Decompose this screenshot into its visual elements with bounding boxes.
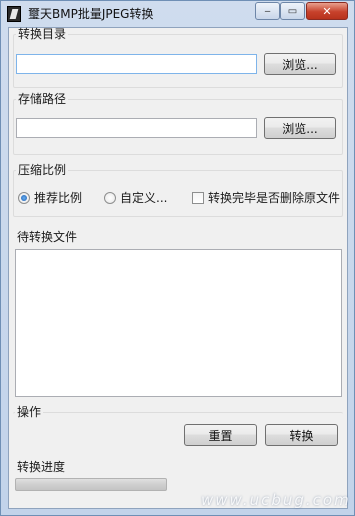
source-dir-browse-button[interactable]: 浏览... xyxy=(264,53,336,75)
recommended-ratio-label[interactable]: 推荐比例 xyxy=(34,191,82,205)
delete-after-checkbox[interactable] xyxy=(192,192,204,204)
minimize-icon: ‒ xyxy=(264,5,271,17)
reset-button[interactable]: 重置 xyxy=(184,424,257,446)
custom-ratio-label[interactable]: 自定义... xyxy=(120,191,167,205)
delete-after-label[interactable]: 转换完毕是否删除原文件 xyxy=(208,191,340,205)
minimize-button[interactable]: ‒ xyxy=(255,2,280,20)
recommended-ratio-radio[interactable] xyxy=(18,192,30,204)
maximize-button[interactable]: ▭ xyxy=(280,2,305,20)
progress-label: 转换进度 xyxy=(17,460,66,474)
save-path-label: 存储路径 xyxy=(16,92,69,106)
compression-group: 压缩比例 推荐比例 自定义... 转换完毕是否删除原文件 xyxy=(13,164,343,217)
operations-label: 操作 xyxy=(15,405,44,419)
app-window: 璽天BMP批量JPEG转换 ‒ ▭ ✕ 转换目录 浏览... 存储路径 浏览..… xyxy=(0,0,355,516)
window-title: 璽天BMP批量JPEG转换 xyxy=(28,7,154,21)
source-dir-input[interactable] xyxy=(16,54,257,74)
pending-files-list[interactable] xyxy=(15,249,342,397)
progress-bar xyxy=(15,478,167,491)
maximize-icon: ▭ xyxy=(287,5,298,17)
source-dir-label: 转换目录 xyxy=(16,27,69,41)
pending-files-label: 待转换文件 xyxy=(17,230,78,244)
convert-button[interactable]: 转换 xyxy=(265,424,338,446)
watermark: www.ucbug.com xyxy=(201,491,351,509)
save-path-group: 存储路径 浏览... xyxy=(13,93,343,155)
app-icon[interactable] xyxy=(7,6,21,22)
save-path-browse-button[interactable]: 浏览... xyxy=(264,117,336,139)
close-button[interactable]: ✕ xyxy=(306,2,348,20)
title-bar[interactable]: 璽天BMP批量JPEG转换 ‒ ▭ ✕ xyxy=(1,1,354,27)
client-area: 转换目录 浏览... 存储路径 浏览... 压缩比例 推荐比例 自定义... 转… xyxy=(8,27,348,509)
close-icon: ✕ xyxy=(322,4,332,18)
source-dir-group: 转换目录 浏览... xyxy=(13,28,343,88)
compression-label: 压缩比例 xyxy=(16,163,69,177)
save-path-input[interactable] xyxy=(16,118,257,138)
custom-ratio-radio[interactable] xyxy=(104,192,116,204)
operations-group: 操作 重置 转换 xyxy=(13,406,343,453)
